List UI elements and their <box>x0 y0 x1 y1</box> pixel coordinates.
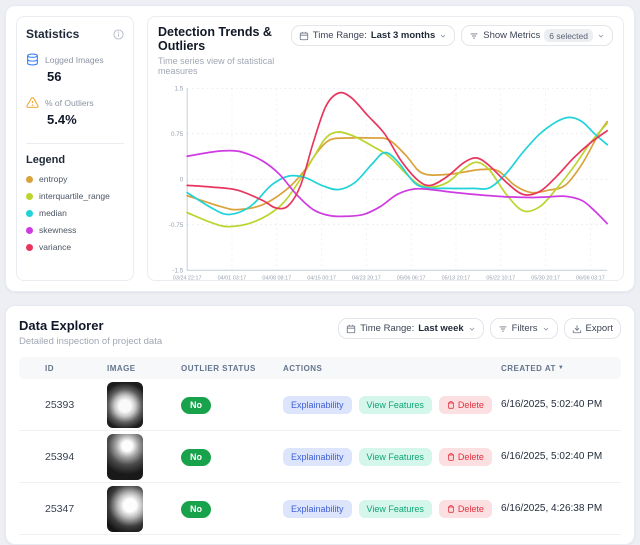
svg-text:05/06 06:17: 05/06 06:17 <box>397 275 426 281</box>
statistics-panel: Statistics Logged Images 56 % of Outlier… <box>16 16 134 281</box>
table-header-row: ID IMAGE OUTLIER STATUS ACTIONS CREATED … <box>19 357 621 379</box>
svg-text:0: 0 <box>180 176 184 183</box>
row-id: 25393 <box>45 399 107 411</box>
statistics-title: Statistics <box>26 27 79 41</box>
data-explorer-panel: Data Explorer Detailed inspection of pro… <box>5 305 635 545</box>
chart-subtitle: Time series view of statistical measures <box>158 56 291 76</box>
delete-button[interactable]: Delete <box>439 396 492 414</box>
row-id: 25394 <box>45 451 107 463</box>
explainability-button[interactable]: Explainability <box>283 396 352 414</box>
legend-item-median: median <box>26 208 124 218</box>
legend-dot <box>26 227 33 234</box>
explorer-subtitle: Detailed inspection of project data <box>19 336 162 347</box>
info-icon[interactable] <box>113 29 124 40</box>
svg-text:03/24 22:17: 03/24 22:17 <box>173 275 202 281</box>
table-row: 25347 No Explainability View Features De… <box>19 483 621 535</box>
column-header-id[interactable]: ID <box>45 364 107 373</box>
legend-dot <box>26 176 33 183</box>
svg-text:05/13 20:17: 05/13 20:17 <box>442 275 471 281</box>
explainability-button[interactable]: Explainability <box>283 448 352 466</box>
time-range-dropdown[interactable]: Time Range: Last 3 months <box>291 25 455 46</box>
calendar-icon <box>346 324 356 334</box>
data-table: ID IMAGE OUTLIER STATUS ACTIONS CREATED … <box>19 357 621 535</box>
legend-item-skewness: skewness <box>26 225 124 235</box>
trash-icon <box>447 453 455 461</box>
status-badge: No <box>181 397 211 414</box>
svg-text:04/08 08:17: 04/08 08:17 <box>262 275 291 281</box>
filters-dropdown[interactable]: Filters <box>490 318 558 339</box>
chevron-down-icon <box>468 325 476 333</box>
trends-section: Statistics Logged Images 56 % of Outlier… <box>5 5 635 292</box>
legend-item-variance: variance <box>26 242 124 252</box>
chevron-down-icon <box>439 32 447 40</box>
show-metrics-dropdown[interactable]: Show Metrics 6 selected <box>461 25 613 46</box>
database-icon <box>26 53 39 66</box>
created-at: 6/16/2025, 4:26:38 PM <box>501 503 621 514</box>
chevron-down-icon <box>542 325 550 333</box>
calendar-icon <box>299 31 309 41</box>
metric-label: Logged Images <box>45 55 104 65</box>
svg-text:-1.5: -1.5 <box>172 267 183 274</box>
svg-text:05/22 10:17: 05/22 10:17 <box>486 275 515 281</box>
legend-item-interquartile-range: interquartile_range <box>26 191 124 201</box>
svg-text:-0.75: -0.75 <box>169 222 184 229</box>
detection-trends-panel: Detection Trends & Outliers Time series … <box>147 16 624 281</box>
created-at: 6/16/2025, 5:02:40 PM <box>501 399 621 410</box>
export-button[interactable]: Export <box>564 318 621 339</box>
explorer-time-range-dropdown[interactable]: Time Range: Last week <box>338 318 483 339</box>
column-header-actions[interactable]: ACTIONS <box>283 364 501 373</box>
explainability-button[interactable]: Explainability <box>283 500 352 518</box>
svg-text:04/15 00:17: 04/15 00:17 <box>307 275 336 281</box>
image-thumbnail[interactable] <box>107 382 143 428</box>
divider <box>26 143 124 144</box>
status-badge: No <box>181 501 211 518</box>
legend-title: Legend <box>26 154 124 166</box>
svg-text:04/23 20:17: 04/23 20:17 <box>352 275 381 281</box>
column-header-created-at[interactable]: CREATED AT▼ <box>501 364 621 373</box>
legend-item-entropy: entropy <box>26 174 124 184</box>
legend-dot <box>26 210 33 217</box>
image-thumbnail[interactable] <box>107 486 143 532</box>
download-icon <box>572 324 582 334</box>
sort-desc-icon: ▼ <box>558 365 564 371</box>
svg-text:0.75: 0.75 <box>171 131 184 138</box>
status-badge: No <box>181 449 211 466</box>
filter-icon <box>469 31 479 41</box>
trash-icon <box>447 401 455 409</box>
metric-label: % of Outliers <box>45 98 94 108</box>
metric-value: 56 <box>47 69 124 84</box>
svg-text:04/01 03:17: 04/01 03:17 <box>218 275 247 281</box>
column-header-image[interactable]: IMAGE <box>107 364 181 373</box>
view-features-button[interactable]: View Features <box>359 396 432 414</box>
trash-icon <box>447 505 455 513</box>
svg-text:05/30 20:17: 05/30 20:17 <box>531 275 560 281</box>
svg-text:1.5: 1.5 <box>174 85 183 92</box>
table-row: 25394 No Explainability View Features De… <box>19 431 621 483</box>
delete-button[interactable]: Delete <box>439 500 492 518</box>
warning-triangle-icon <box>26 96 39 109</box>
metric-value: 5.4% <box>47 112 124 127</box>
explorer-title: Data Explorer <box>19 318 162 333</box>
column-header-outlier-status[interactable]: OUTLIER STATUS <box>181 364 283 373</box>
legend-dot <box>26 193 33 200</box>
chart-title: Detection Trends & Outliers <box>158 25 291 53</box>
created-at: 6/16/2025, 5:02:40 PM <box>501 451 621 462</box>
logged-images-metric: Logged Images 56 <box>26 53 124 84</box>
filter-icon <box>498 324 508 334</box>
row-id: 25347 <box>45 503 107 515</box>
chevron-down-icon <box>597 32 605 40</box>
image-thumbnail[interactable] <box>107 434 143 480</box>
table-row: 25393 No Explainability View Features De… <box>19 379 621 431</box>
view-features-button[interactable]: View Features <box>359 500 432 518</box>
legend-dot <box>26 244 33 251</box>
selected-count-badge: 6 selected <box>544 29 593 42</box>
svg-text:06/06 03:17: 06/06 03:17 <box>576 275 605 281</box>
trend-chart: 03/24 22:17 04/01 03:17 04/08 08:17 04/15 0… <box>158 80 613 293</box>
view-features-button[interactable]: View Features <box>359 448 432 466</box>
outliers-metric: % of Outliers 5.4% <box>26 96 124 127</box>
delete-button[interactable]: Delete <box>439 448 492 466</box>
